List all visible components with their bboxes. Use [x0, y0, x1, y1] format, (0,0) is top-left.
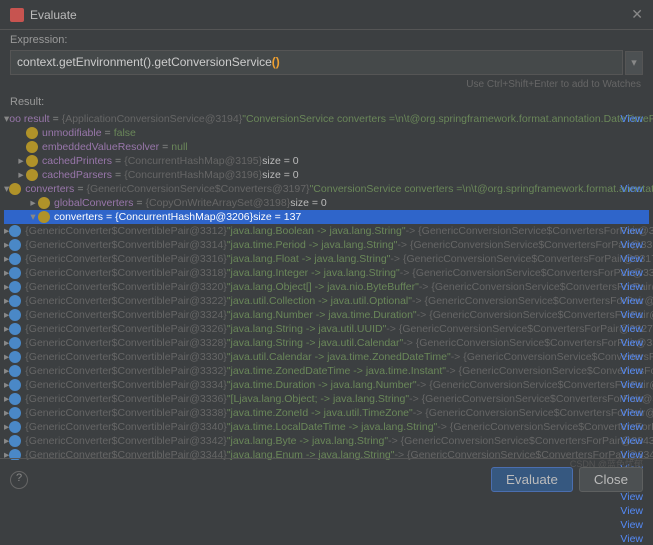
tree-row[interactable]: ▸{GenericConverter$ConvertiblePair@3336}… — [4, 392, 649, 406]
expand-arrow[interactable]: ▾ — [28, 210, 38, 224]
view-link[interactable]: View — [620, 280, 643, 294]
close-icon[interactable]: ✕ — [631, 6, 643, 23]
tree-row[interactable]: ▸{GenericConverter$ConvertiblePair@3328}… — [4, 336, 649, 350]
tree-row[interactable]: ▸globalConverters={CopyOnWriteArraySet@3… — [4, 196, 649, 210]
type-badge-icon — [9, 253, 21, 265]
tree-row[interactable]: ▾converters={ConcurrentHashMap@3206} siz… — [4, 210, 649, 224]
tree-row[interactable]: ▸cachedPrinters={ConcurrentHashMap@3195}… — [4, 154, 649, 168]
tree-row[interactable]: ▸{GenericConverter$ConvertiblePair@3322}… — [4, 294, 649, 308]
tree-row[interactable]: ▸{GenericConverter$ConvertiblePair@3340}… — [4, 420, 649, 434]
type-badge-icon — [9, 421, 21, 433]
view-link[interactable]: View — [620, 336, 643, 350]
hint-text: Use Ctrl+Shift+Enter to add to Watches — [0, 77, 653, 92]
type-badge-icon — [38, 197, 50, 209]
tree-row[interactable]: ▸{GenericConverter$ConvertiblePair@3334}… — [4, 378, 649, 392]
tree-row[interactable]: ▸{GenericConverter$ConvertiblePair@3316}… — [4, 252, 649, 266]
footer: ? Evaluate Close — [0, 458, 653, 500]
type-badge-icon — [9, 239, 21, 251]
type-badge-icon — [9, 407, 21, 419]
tree-row[interactable]: unmodifiable=false — [4, 126, 649, 140]
tree-row[interactable]: ▸{GenericConverter$ConvertiblePair@3318}… — [4, 266, 649, 280]
view-link[interactable]: View — [620, 294, 643, 308]
type-badge-icon — [9, 323, 21, 335]
view-link[interactable]: View — [620, 224, 643, 238]
evaluate-button[interactable]: Evaluate — [491, 467, 573, 492]
tree-row[interactable]: embeddedValueResolver=null — [4, 140, 649, 154]
view-link[interactable]: View — [620, 420, 643, 434]
type-badge-icon — [26, 141, 38, 153]
type-badge-icon — [9, 281, 21, 293]
type-badge-icon — [26, 155, 38, 167]
type-badge-icon — [9, 379, 21, 391]
titlebar: Evaluate ✕ — [0, 0, 653, 30]
tree-row[interactable]: ▸{GenericConverter$ConvertiblePair@3330}… — [4, 350, 649, 364]
tree-row[interactable]: ▾converters={GenericConversionService$Co… — [4, 182, 649, 196]
type-badge-icon — [9, 393, 21, 405]
type-badge-icon — [9, 435, 21, 447]
tree-row[interactable]: ▸{GenericConverter$ConvertiblePair@3312}… — [4, 224, 649, 238]
type-badge-icon — [9, 267, 21, 279]
tree-row[interactable]: ▸{GenericConverter$ConvertiblePair@3342}… — [4, 434, 649, 448]
type-badge-icon — [9, 351, 21, 363]
tree-row[interactable]: ▸{GenericConverter$ConvertiblePair@3338}… — [4, 406, 649, 420]
view-link[interactable]: View — [620, 406, 643, 420]
view-link[interactable]: View — [620, 112, 643, 126]
tree-row[interactable]: ▸{GenericConverter$ConvertiblePair@3326}… — [4, 322, 649, 336]
view-link[interactable]: View — [620, 392, 643, 406]
type-badge-icon — [9, 295, 21, 307]
type-badge-icon — [9, 337, 21, 349]
tree-row[interactable]: ▸{GenericConverter$ConvertiblePair@3314}… — [4, 238, 649, 252]
type-badge-icon — [38, 211, 50, 223]
tree-row[interactable]: ▸{GenericConverter$ConvertiblePair@3324}… — [4, 308, 649, 322]
window-title: Evaluate — [30, 8, 631, 22]
type-badge-icon — [9, 309, 21, 321]
expand-arrow[interactable]: ▸ — [28, 196, 38, 210]
tree-row[interactable]: ▾oo result={ApplicationConversionService… — [4, 112, 649, 126]
view-link[interactable]: View — [620, 322, 643, 336]
tree-row[interactable]: ▸{GenericConverter$ConvertiblePair@3320}… — [4, 280, 649, 294]
expand-arrow[interactable]: ▸ — [16, 154, 26, 168]
view-link[interactable]: View — [620, 434, 643, 448]
type-badge-icon — [26, 127, 38, 139]
result-label: Result: — [0, 92, 653, 110]
type-badge-icon — [9, 365, 21, 377]
history-dropdown[interactable]: ▾ — [625, 51, 643, 75]
view-link[interactable]: View — [620, 350, 643, 364]
view-link[interactable]: View — [620, 238, 643, 252]
close-button[interactable]: Close — [579, 467, 643, 492]
help-button[interactable]: ? — [10, 471, 28, 489]
expression-label: Expression: — [0, 30, 653, 48]
tree-row[interactable]: ▸cachedParsers={ConcurrentHashMap@3196} … — [4, 168, 649, 182]
view-link[interactable]: View — [620, 182, 643, 196]
expand-arrow[interactable]: ▸ — [16, 168, 26, 182]
type-badge-icon — [26, 169, 38, 181]
view-link[interactable]: View — [620, 252, 643, 266]
app-icon — [10, 8, 24, 22]
tree-row[interactable]: ▸{GenericConverter$ConvertiblePair@3332}… — [4, 364, 649, 378]
view-link[interactable]: View — [620, 266, 643, 280]
type-badge-icon — [9, 183, 21, 195]
result-tree[interactable]: ▾oo result={ApplicationConversionService… — [0, 110, 653, 460]
type-badge-icon — [9, 225, 21, 237]
expression-input[interactable]: context.getEnvironment().getConversionSe… — [10, 50, 623, 75]
view-link[interactable]: View — [620, 364, 643, 378]
view-link[interactable]: View — [620, 308, 643, 322]
view-link[interactable]: View — [620, 378, 643, 392]
